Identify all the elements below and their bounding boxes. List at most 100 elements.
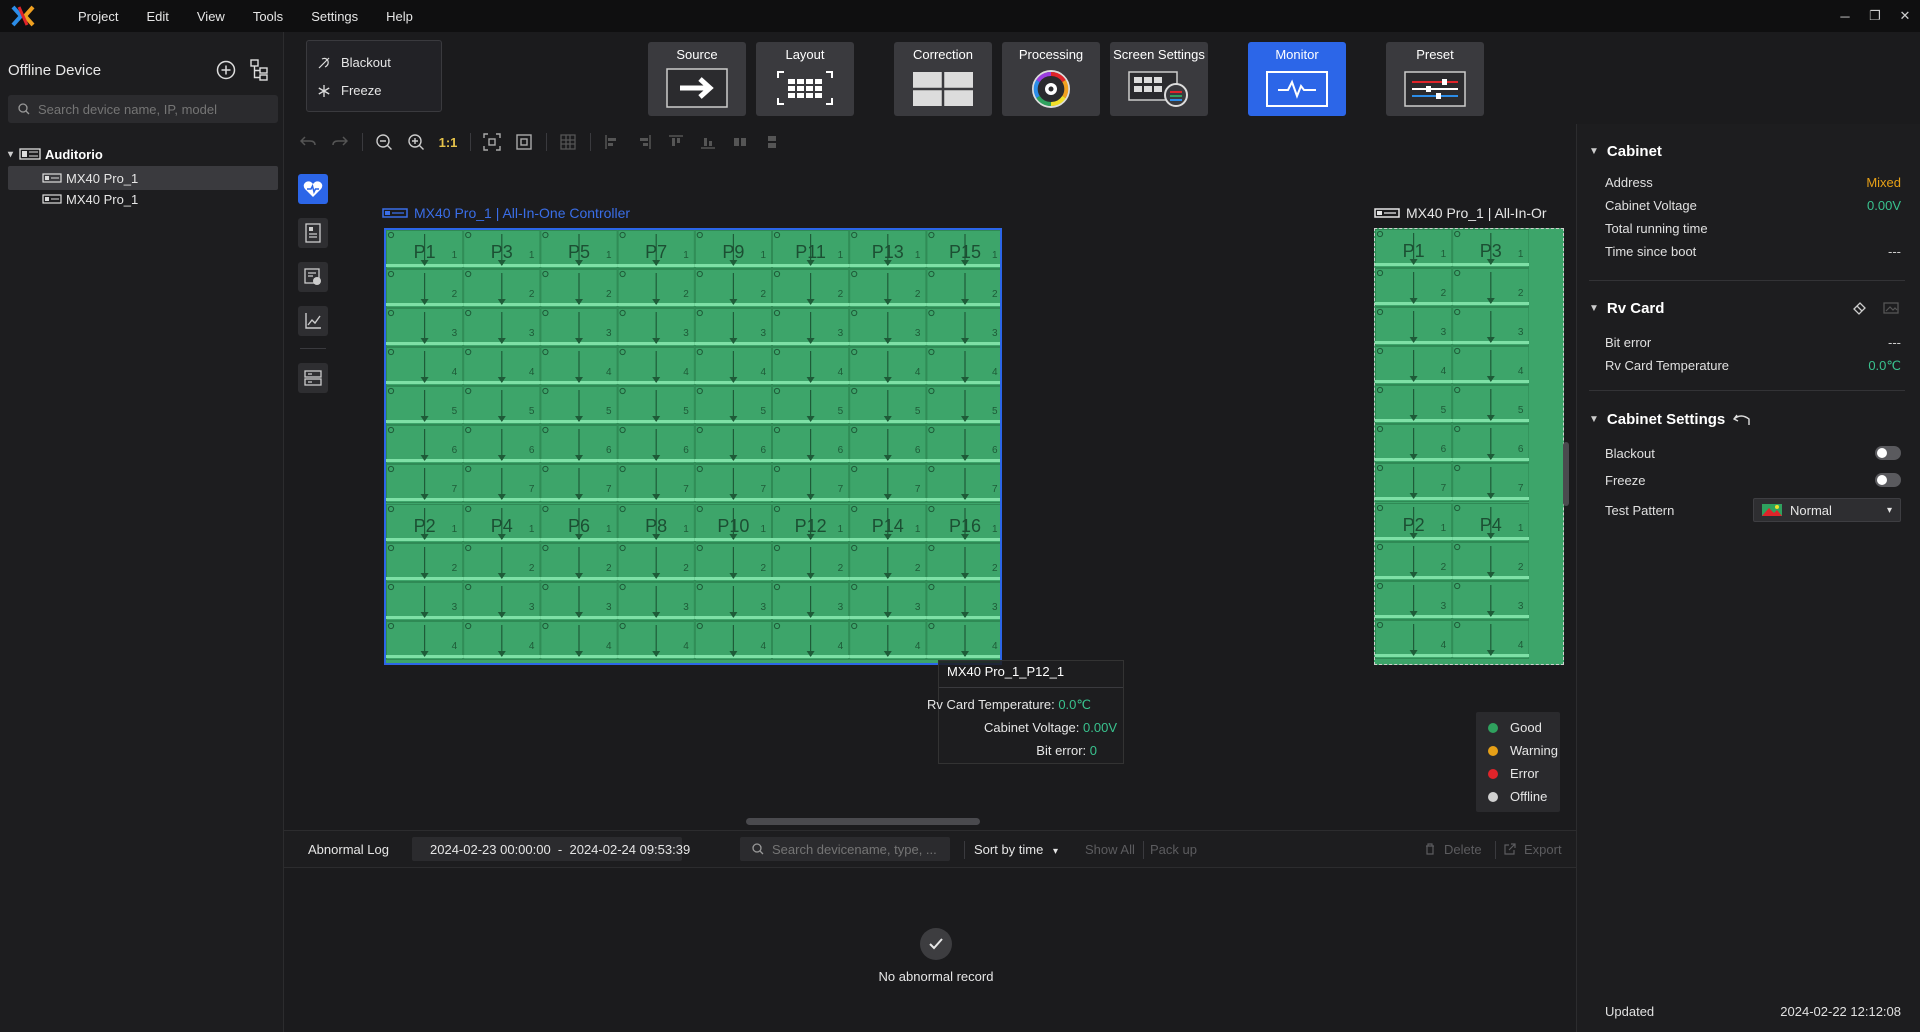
cabinet-cell[interactable]: 3 (694, 582, 772, 621)
align-left-icon[interactable] (596, 128, 628, 156)
cabinet-cell[interactable]: 2 (1375, 542, 1453, 581)
cabinet-cell[interactable]: 3 (540, 582, 618, 621)
cabinet-cell[interactable]: 2 (617, 269, 695, 308)
cabinet-cell[interactable]: 6 (772, 425, 850, 464)
cabinet-cell[interactable]: 5 (849, 386, 927, 425)
list-view-button[interactable] (298, 363, 328, 393)
undo-icon[interactable] (292, 128, 324, 156)
cabinet-cell[interactable]: 6 (1452, 424, 1530, 463)
blackout-quick-button[interactable]: Blackout (317, 55, 391, 70)
cabinet-cell[interactable]: 4 (694, 621, 772, 660)
cabinet-cell[interactable]: 4 (1375, 620, 1453, 659)
tree-device-item[interactable]: MX40 Pro_1 (8, 187, 278, 211)
cabinet-cell[interactable]: 7 (849, 464, 927, 503)
restore-icon[interactable]: ❐ (1860, 0, 1890, 32)
processing-button[interactable]: Processing (1002, 42, 1100, 116)
distribute-v-icon[interactable] (756, 128, 788, 156)
cabinet-cell[interactable]: 2 (1452, 268, 1530, 307)
cabinet-cell[interactable]: 3 (386, 582, 464, 621)
freeze-quick-button[interactable]: Freeze (317, 83, 381, 98)
sort-dropdown[interactable]: Sort by time ▾ (974, 842, 1058, 857)
monitor-button[interactable]: Monitor (1248, 42, 1346, 116)
cabinet-cell[interactable]: 3 (617, 582, 695, 621)
cabinet-cell[interactable]: 7 (694, 464, 772, 503)
freeze-toggle[interactable] (1875, 473, 1901, 487)
cabinet-cell[interactable]: 2 (926, 269, 1002, 308)
cabinet-cell[interactable]: 3 (1452, 581, 1530, 620)
cabinet-cell[interactable]: 2 (1452, 542, 1530, 581)
cabinet-cell[interactable]: 2 (386, 269, 464, 308)
cabinet-cell[interactable]: 2 (463, 543, 541, 582)
blackout-toggle[interactable] (1875, 446, 1901, 460)
cabinet-cell[interactable]: 7 (1452, 463, 1530, 502)
cabinet-cell[interactable]: 3 (694, 308, 772, 347)
cabinet-cell[interactable]: 6 (849, 425, 927, 464)
cabinet-cell[interactable]: 3 (617, 308, 695, 347)
canvas-h-scrollbar[interactable] (746, 818, 980, 825)
cabinet-cell[interactable]: 7 (617, 464, 695, 503)
cabinet-cell[interactable]: 5 (1452, 385, 1530, 424)
cabinet-cell[interactable]: 3 (849, 582, 927, 621)
zoom-1to1-button[interactable]: 1:1 (432, 128, 464, 156)
cabinet-cell[interactable]: 2 (926, 543, 1002, 582)
section-cabinet-settings-header[interactable]: ▼ Cabinet Settings (1589, 411, 1751, 428)
cabinet-cell[interactable]: 4 (617, 347, 695, 386)
cabinet-cell[interactable]: 4 (849, 621, 927, 660)
cabinet-cell[interactable]: 4 (772, 347, 850, 386)
image-icon[interactable] (1883, 300, 1899, 316)
cabinet-status-button[interactable] (298, 262, 328, 292)
cabinet-cell[interactable]: 3 (1375, 307, 1453, 346)
screen-canvas[interactable]: MX40 Pro_1 | All-In-One Controller 1 2 3 4 5… (284, 160, 1576, 830)
cabinet-cell[interactable]: 2 (617, 543, 695, 582)
cabinet-cell[interactable]: 6 (694, 425, 772, 464)
cabinet-cell[interactable]: 2 (1375, 268, 1453, 307)
cabinet-cell[interactable]: 5 (694, 386, 772, 425)
cabinet-cell[interactable]: 4 (463, 621, 541, 660)
cabinet-cell[interactable]: 4 (926, 347, 1002, 386)
minimize-icon[interactable]: ─ (1830, 0, 1860, 32)
cabinet-cell[interactable]: 5 (386, 386, 464, 425)
receiving-card-button[interactable] (298, 218, 328, 248)
cabinet-cell[interactable]: 7 (540, 464, 618, 503)
cabinet-cell[interactable]: 4 (540, 347, 618, 386)
menu-tools[interactable]: Tools (253, 9, 283, 24)
test-pattern-select[interactable]: Normal ▾ (1753, 498, 1901, 522)
cabinet-cell[interactable]: 4 (694, 347, 772, 386)
cabinet-cell[interactable]: 4 (849, 347, 927, 386)
zoom-in-icon[interactable] (400, 128, 432, 156)
chart-view-button[interactable] (298, 306, 328, 336)
export-button[interactable]: Export (1504, 842, 1562, 857)
cabinet-cell[interactable]: 6 (386, 425, 464, 464)
cabinet-cell[interactable]: 7 (386, 464, 464, 503)
section-cabinet-header[interactable]: ▼ Cabinet (1589, 143, 1662, 160)
cabinet-cell[interactable]: 2 (540, 269, 618, 308)
cabinet-cell[interactable]: 7 (772, 464, 850, 503)
cabinet-cell[interactable]: 5 (926, 386, 1002, 425)
menu-help[interactable]: Help (386, 9, 413, 24)
cabinet-cell[interactable]: 2 (849, 543, 927, 582)
cabinet-cell[interactable]: 3 (926, 582, 1002, 621)
cabinet-cell[interactable]: 3 (772, 582, 850, 621)
cabinet-cell[interactable]: 4 (386, 621, 464, 660)
cabinet-cell[interactable]: 2 (772, 269, 850, 308)
date-range-picker[interactable]: 2024-02-23 00:00:00 - 2024-02-24 09:53:3… (412, 837, 690, 861)
cabinet-cell[interactable]: 2 (694, 269, 772, 308)
eraser-icon[interactable] (1851, 300, 1867, 316)
cabinet-cell[interactable]: 5 (540, 386, 618, 425)
cabinet-cell[interactable]: 6 (1375, 424, 1453, 463)
cabinet-cell[interactable]: 4 (540, 621, 618, 660)
log-search-input[interactable] (772, 841, 942, 857)
section-rvcard-header[interactable]: ▼ Rv Card (1589, 300, 1664, 317)
log-search[interactable] (740, 837, 950, 861)
cabinet-cell[interactable]: 2 (849, 269, 927, 308)
cabinet-cell[interactable]: 3 (463, 582, 541, 621)
show-all-button[interactable]: Show All (1085, 842, 1135, 857)
health-monitor-button[interactable] (298, 174, 328, 204)
cabinet-cell[interactable]: 2 (463, 269, 541, 308)
cabinet-cell[interactable]: 2 (386, 543, 464, 582)
cabinet-cell[interactable]: 7 (926, 464, 1002, 503)
cabinet-cell[interactable]: 5 (1375, 385, 1453, 424)
cabinet-cell[interactable]: 3 (540, 308, 618, 347)
delete-button[interactable]: Delete (1424, 842, 1482, 857)
add-device-icon[interactable] (216, 60, 236, 80)
